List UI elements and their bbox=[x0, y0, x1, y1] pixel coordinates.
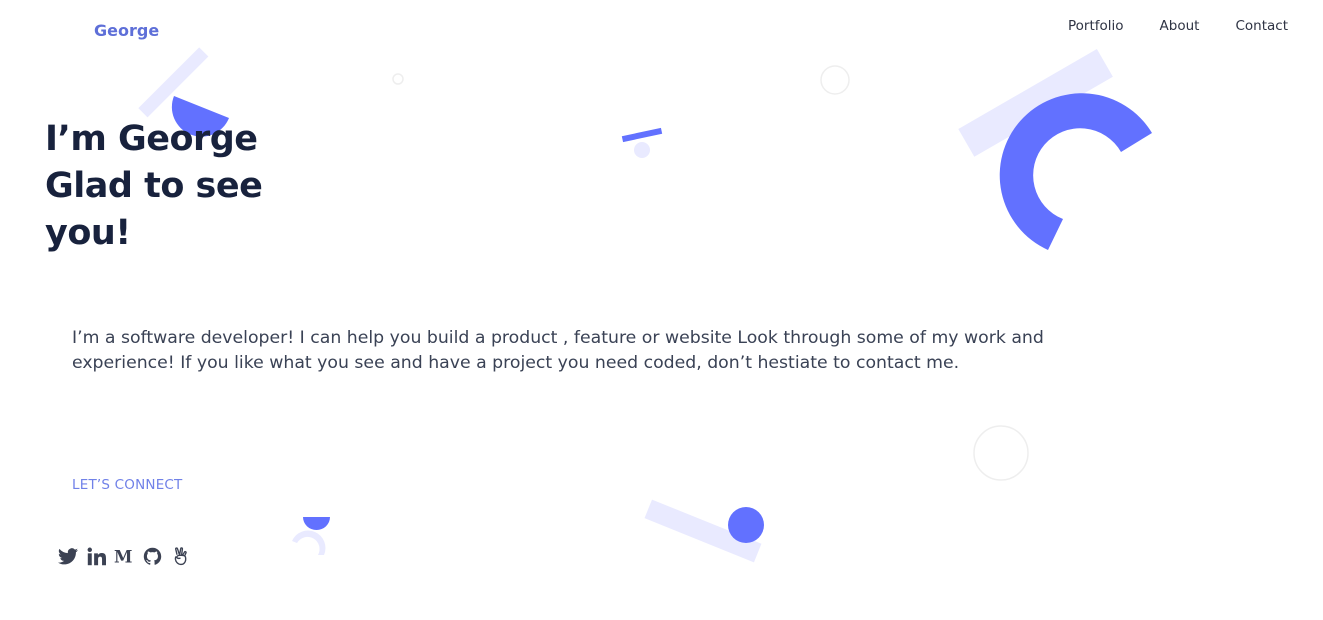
deco-bar-bottom bbox=[644, 499, 762, 563]
intro-text: I’m a software developer! I can help you… bbox=[72, 328, 1044, 373]
medium-icon[interactable]: M bbox=[113, 545, 135, 567]
deco-bar-topright bbox=[958, 49, 1113, 157]
deco-small-ring bbox=[392, 73, 404, 85]
nav-contact[interactable]: Contact bbox=[1235, 18, 1288, 34]
deco-dot-middle bbox=[634, 142, 650, 158]
svg-text:M: M bbox=[114, 548, 132, 564]
hero-title-line-1: I’m George bbox=[45, 119, 258, 159]
decorative-shapes bbox=[138, 47, 1152, 563]
nav-about[interactable]: About bbox=[1160, 18, 1200, 34]
deco-ring-bottomright bbox=[973, 425, 1029, 481]
hero-title-line-3: you! bbox=[45, 213, 131, 253]
deco-bar-topleft bbox=[138, 47, 209, 118]
top-nav: Portfolio About Contact bbox=[1032, 18, 1288, 34]
deco-arc-bottomleft bbox=[292, 530, 326, 555]
deco-bar-middle bbox=[621, 127, 663, 143]
hero-title: I’m George Glad to see you! bbox=[45, 116, 263, 257]
deco-arc-topright bbox=[999, 93, 1152, 250]
hero-title-line-2: Glad to see bbox=[45, 166, 263, 206]
twitter-icon[interactable] bbox=[57, 545, 79, 567]
github-icon[interactable] bbox=[141, 545, 163, 567]
deco-dot-bottom bbox=[728, 507, 764, 543]
social-links: M bbox=[57, 545, 191, 567]
deco-halfcircle-bottomleft bbox=[303, 517, 330, 531]
nav-portfolio[interactable]: Portfolio bbox=[1068, 18, 1124, 34]
angellist-icon[interactable] bbox=[169, 545, 191, 567]
deco-ring-topright bbox=[820, 65, 850, 95]
connect-label: LET’S CONNECT bbox=[72, 477, 183, 493]
linkedin-icon[interactable] bbox=[85, 545, 107, 567]
site-logo[interactable]: George bbox=[94, 21, 159, 40]
